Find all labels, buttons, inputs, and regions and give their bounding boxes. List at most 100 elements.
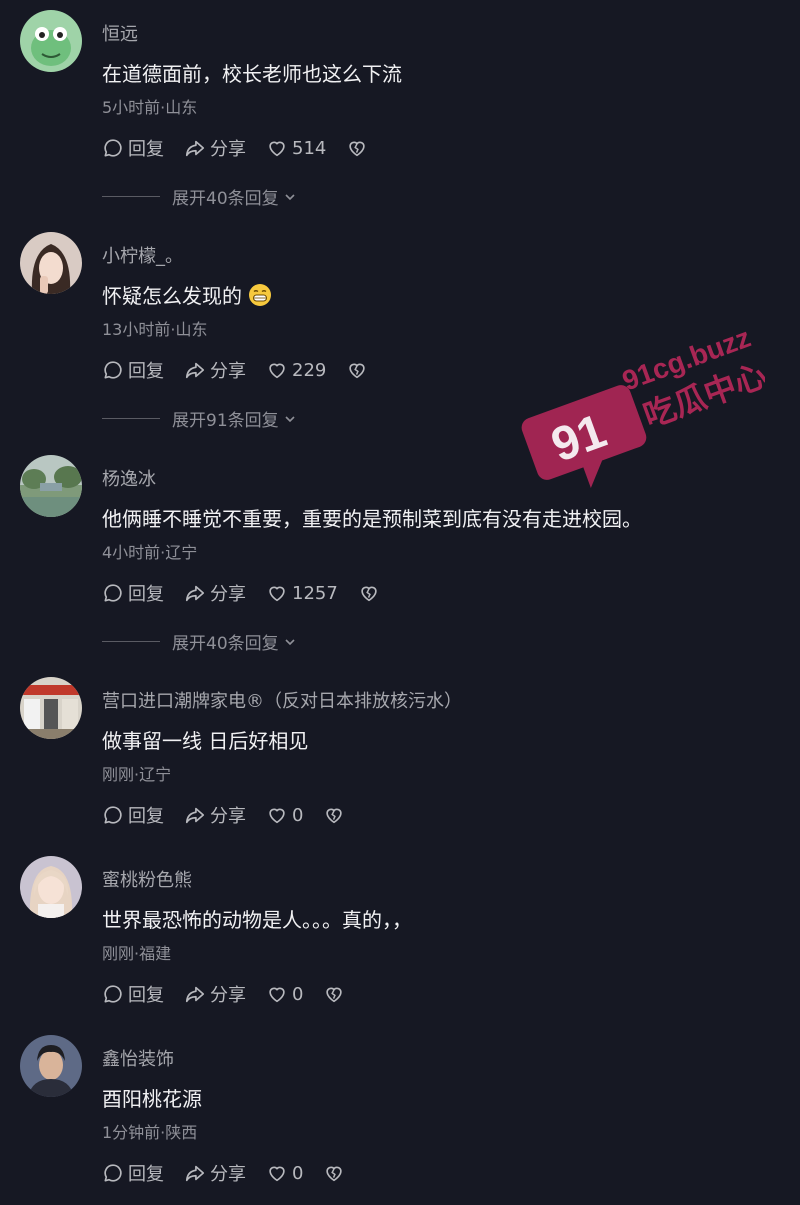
username[interactable]: 营口进口潮牌家电®（反对日本排放核污水） <box>102 687 462 713</box>
broken-heart-icon <box>349 363 366 379</box>
reply-label: 回复 <box>128 584 164 605</box>
broken-heart-icon <box>326 987 343 1003</box>
share-arrow-icon <box>185 1165 205 1182</box>
divider-line <box>102 418 160 419</box>
expand-replies-button[interactable]: 展开91条回复 <box>102 406 297 431</box>
comment-actions: 回复 分享 0 <box>102 980 345 1008</box>
speech-bubble-logo-icon <box>521 385 647 489</box>
share-button[interactable]: 分享 <box>184 981 246 1007</box>
avatar[interactable] <box>20 232 82 294</box>
comment-meta: 刚刚·辽宁 <box>102 765 172 784</box>
share-arrow-icon <box>185 362 205 379</box>
store-avatar-icon <box>20 677 82 739</box>
like-button[interactable]: 0 <box>266 983 303 1005</box>
like-button[interactable]: 0 <box>266 1162 303 1184</box>
broken-heart-icon <box>326 808 343 824</box>
like-button[interactable]: 229 <box>266 359 326 381</box>
heart-icon <box>269 1166 285 1182</box>
reply-button[interactable]: 回复 <box>102 580 164 606</box>
heart-icon <box>269 141 285 157</box>
comment-text: 在道德面前，校长老师也这么下流 <box>102 62 402 86</box>
speech-bubble-icon <box>104 1164 122 1182</box>
share-arrow-icon <box>185 986 205 1003</box>
username[interactable]: 杨逸冰 <box>102 465 156 491</box>
speech-bubble-icon <box>104 361 122 379</box>
heart-icon <box>269 363 285 379</box>
heart-icon <box>269 586 285 602</box>
share-button[interactable]: 分享 <box>184 580 246 606</box>
share-label: 分享 <box>210 1164 246 1185</box>
comment-text: 怀疑怎么发现的 <box>102 280 272 309</box>
share-arrow-icon <box>185 807 205 824</box>
watermark-site: 91cg.buzz <box>618 322 754 397</box>
speech-bubble-icon <box>104 985 122 1003</box>
comment-text: 酉阳桃花源 <box>102 1087 202 1111</box>
share-button[interactable]: 分享 <box>184 357 246 383</box>
username[interactable]: 恒远 <box>102 20 138 46</box>
heart-icon <box>269 987 285 1003</box>
expand-replies-button[interactable]: 展开40条回复 <box>102 184 297 209</box>
share-button[interactable]: 分享 <box>184 1160 246 1186</box>
avatar[interactable] <box>20 856 82 918</box>
dislike-button[interactable] <box>346 137 368 159</box>
share-arrow-icon <box>185 140 205 157</box>
share-button[interactable]: 分享 <box>184 135 246 161</box>
share-label: 分享 <box>210 139 246 160</box>
reply-button[interactable]: 回复 <box>102 357 164 383</box>
chevron-down-icon <box>285 415 295 422</box>
comment-text: 做事留一线 日后好相见 <box>102 729 309 753</box>
comment-actions: 回复 分享 0 <box>102 1159 345 1187</box>
like-button[interactable]: 1257 <box>266 582 338 604</box>
comment-meta: 1分钟前·陕西 <box>102 1123 198 1142</box>
divider-line <box>102 196 160 197</box>
comment-meta: 13小时前·山东 <box>102 320 208 339</box>
avatar[interactable] <box>20 455 82 517</box>
username[interactable]: 鑫怡装饰 <box>102 1045 174 1071</box>
dislike-button[interactable] <box>346 359 368 381</box>
girl-avatar-icon <box>20 856 82 918</box>
like-count: 0 <box>292 983 304 1005</box>
reply-button[interactable]: 回复 <box>102 135 164 161</box>
expand-replies-label: 展开91条回复 <box>172 411 279 431</box>
like-button[interactable]: 0 <box>266 804 303 826</box>
reply-label: 回复 <box>128 139 164 160</box>
watermark-number: 91 <box>545 405 613 473</box>
reply-button[interactable]: 回复 <box>102 1160 164 1186</box>
expand-replies-button[interactable]: 展开40条回复 <box>102 629 297 654</box>
comment-actions: 回复 分享 0 <box>102 801 345 829</box>
comment-meta: 4小时前·辽宁 <box>102 543 198 562</box>
username[interactable]: 小柠檬_。 <box>102 242 183 268</box>
dislike-button[interactable] <box>323 983 345 1005</box>
chevron-down-icon <box>285 193 295 200</box>
chevron-down-icon <box>285 638 295 645</box>
username[interactable]: 蜜桃粉色熊 <box>102 866 192 892</box>
share-arrow-icon <box>185 585 205 602</box>
like-count: 1257 <box>292 582 338 604</box>
comment-meta: 5小时前·山东 <box>102 98 198 117</box>
expand-replies-label: 展开40条回复 <box>172 189 279 209</box>
reply-label: 回复 <box>128 361 164 382</box>
avatar[interactable] <box>20 677 82 739</box>
share-button[interactable]: 分享 <box>184 802 246 828</box>
like-button[interactable]: 514 <box>266 137 326 159</box>
frog-avatar-icon <box>20 10 82 72</box>
watermark-brand: 吃瓜中心 <box>638 356 765 435</box>
avatar[interactable] <box>20 1035 82 1097</box>
broken-heart-icon <box>361 586 377 602</box>
broken-heart-icon <box>349 141 366 157</box>
broken-heart-icon <box>326 1166 343 1182</box>
comment-actions: 回复 分享 1257 <box>102 579 380 607</box>
reply-button[interactable]: 回复 <box>102 981 164 1007</box>
garden-avatar-icon <box>20 455 82 517</box>
dislike-button[interactable] <box>358 582 380 604</box>
comment-actions: 回复 分享 229 <box>102 356 368 384</box>
man-avatar-icon <box>20 1035 82 1097</box>
share-label: 分享 <box>210 985 246 1006</box>
like-count: 0 <box>292 1162 304 1184</box>
comment-text: 他俩睡不睡觉不重要，重要的是预制菜到底有没有走进校园。 <box>102 507 642 531</box>
share-label: 分享 <box>210 584 246 605</box>
reply-button[interactable]: 回复 <box>102 802 164 828</box>
dislike-button[interactable] <box>323 804 345 826</box>
avatar[interactable] <box>20 10 82 72</box>
dislike-button[interactable] <box>323 1162 345 1184</box>
